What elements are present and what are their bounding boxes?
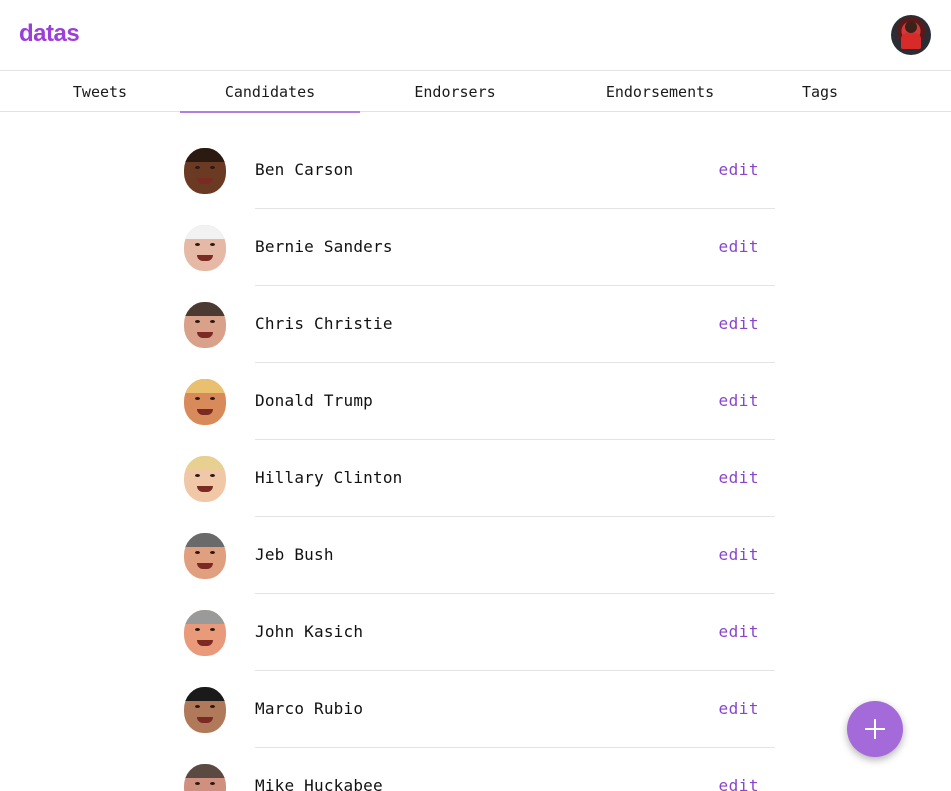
candidate-avatar — [184, 764, 226, 791]
candidate-avatar — [184, 687, 226, 733]
list-item: Marco Rubio edit — [180, 671, 775, 748]
edit-link[interactable]: edit — [718, 314, 759, 333]
candidate-name: Marco Rubio — [255, 699, 364, 718]
tab-bar: Tweets Candidates Endorsers Endorsements… — [0, 70, 951, 113]
list-item: Hillary Clinton edit — [180, 440, 775, 517]
edit-link[interactable]: edit — [718, 468, 759, 487]
candidate-name: Ben Carson — [255, 160, 354, 179]
candidate-avatar — [184, 225, 226, 271]
edit-link[interactable]: edit — [718, 545, 759, 564]
candidate-name: John Kasich — [255, 622, 364, 641]
candidate-avatar — [184, 148, 226, 194]
list-item: Chris Christie edit — [180, 286, 775, 363]
edit-link[interactable]: edit — [718, 391, 759, 410]
user-avatar[interactable] — [891, 15, 931, 55]
tab-endorsements[interactable]: Endorsements — [550, 71, 770, 112]
tab-tags[interactable]: Tags — [750, 71, 890, 112]
edit-link[interactable]: edit — [718, 776, 759, 791]
app-header: datas — [0, 0, 951, 70]
candidate-avatar — [184, 533, 226, 579]
list-item: Ben Carson edit — [180, 132, 775, 209]
edit-link[interactable]: edit — [718, 622, 759, 641]
tab-tweets[interactable]: Tweets — [0, 71, 200, 112]
edit-link[interactable]: edit — [718, 699, 759, 718]
tab-candidates[interactable]: Candidates — [180, 71, 360, 113]
candidate-name: Jeb Bush — [255, 545, 334, 564]
candidate-name: Mike Huckabee — [255, 776, 383, 791]
tab-endorsers[interactable]: Endorsers — [360, 71, 550, 112]
candidate-name: Hillary Clinton — [255, 468, 403, 487]
list-item: Jeb Bush edit — [180, 517, 775, 594]
list-item: Bernie Sanders edit — [180, 209, 775, 286]
candidate-name: Chris Christie — [255, 314, 393, 333]
edit-link[interactable]: edit — [718, 160, 759, 179]
candidate-avatar — [184, 379, 226, 425]
candidate-list: Ben Carson edit Bernie Sanders edit Chris Ch… — [180, 132, 775, 791]
list-item: Donald Trump edit — [180, 363, 775, 440]
candidate-avatar — [184, 302, 226, 348]
add-candidate-button[interactable] — [847, 701, 903, 757]
candidate-avatar — [184, 456, 226, 502]
edit-link[interactable]: edit — [718, 237, 759, 256]
plus-icon — [865, 719, 885, 739]
candidate-name: Bernie Sanders — [255, 237, 393, 256]
candidate-avatar — [184, 610, 226, 656]
list-item: Mike Huckabee edit — [180, 748, 775, 791]
list-item: John Kasich edit — [180, 594, 775, 671]
candidate-name: Donald Trump — [255, 391, 373, 410]
app-logo[interactable]: datas — [19, 20, 80, 48]
